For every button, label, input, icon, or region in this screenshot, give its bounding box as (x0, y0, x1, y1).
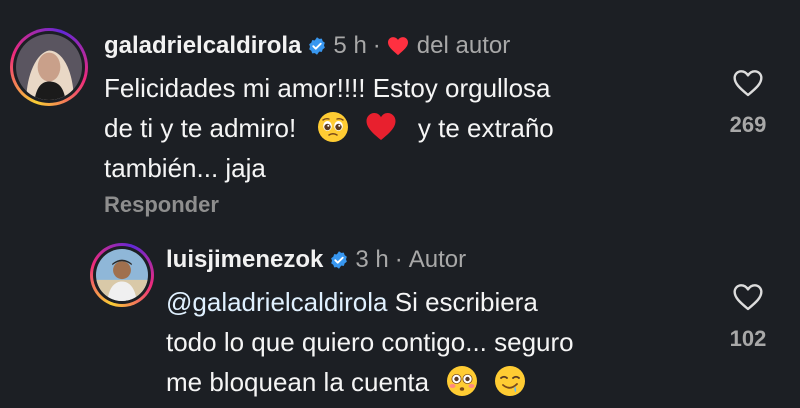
separator-dot: · (372, 32, 381, 59)
reply-time: 3 h (355, 246, 389, 273)
author-label: Autor (408, 246, 467, 273)
mention-link[interactable]: @galadrielcaldirola (166, 287, 388, 317)
verified-badge-icon (307, 36, 327, 56)
author-liked-heart-icon (387, 36, 409, 56)
reply-text-line: @galadrielcaldirola Si escribiera (166, 282, 706, 322)
red-heart-emoji-icon (365, 111, 397, 143)
flushed-face-emoji-icon (446, 365, 478, 397)
comment-text: Felicidades mi amor!!!! Estoy orgullosa … (104, 68, 684, 188)
reply-like-count: 102 (729, 326, 767, 351)
reply-text-segment: Si escribiera (394, 287, 538, 317)
reply-text-segment: me bloquean la cuenta (166, 367, 430, 397)
comment-text-segment: y te extraño (417, 113, 554, 143)
heart-outline-icon[interactable] (732, 282, 764, 312)
heart-outline-icon[interactable] (732, 68, 764, 98)
comment-text-line: de ti y te admiro! y te extraño (104, 108, 684, 148)
reply-button[interactable]: Responder (104, 192, 219, 218)
avatar-image (16, 34, 82, 100)
reply-text: @galadrielcaldirola Si escribiera todo l… (166, 282, 706, 402)
comment-like-count: 269 (729, 112, 767, 137)
comment-username[interactable]: galadrielcaldirola (104, 32, 301, 60)
avatar[interactable] (10, 28, 88, 106)
drooling-face-emoji-icon (494, 365, 526, 397)
separator-dot: · (394, 246, 403, 273)
comment-time: 5 h (333, 32, 367, 59)
reply-text-line: me bloquean la cuenta (166, 362, 706, 402)
liked-by-author-label: del autor (416, 32, 511, 59)
comment-like: 269 (713, 68, 783, 138)
comment-text-line: Felicidades mi amor!!!! Estoy orgullosa (104, 73, 551, 103)
reply-avatar[interactable] (90, 243, 154, 307)
verified-badge-icon (329, 250, 349, 270)
reply-text-line: todo lo que quiero contigo... seguro (166, 327, 574, 357)
reply-like: 102 (713, 282, 783, 352)
reply-username[interactable]: luisjimenezok (166, 246, 323, 274)
pleading-face-emoji-icon (317, 111, 349, 143)
reply-avatar-image (96, 249, 148, 301)
comment-text-segment: de ti y te admiro! (104, 113, 297, 143)
comment-text-line: también... jaja (104, 153, 266, 183)
